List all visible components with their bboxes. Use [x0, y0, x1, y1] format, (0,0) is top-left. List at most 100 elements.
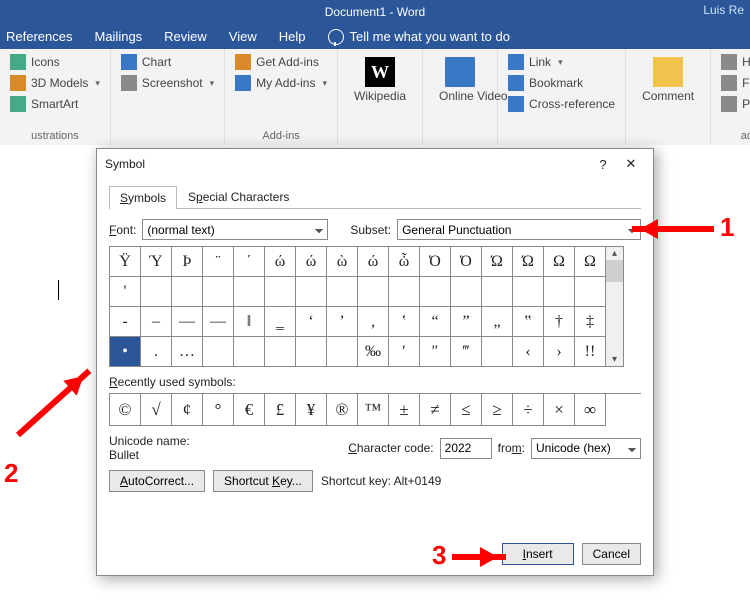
symbol-cell[interactable] — [296, 337, 327, 367]
insert-button[interactable]: Insert — [502, 543, 574, 565]
symbol-cell[interactable]: ‛ — [389, 307, 420, 337]
symbol-cell[interactable] — [265, 277, 296, 307]
cmd-wikipedia[interactable]: W Wikipedia — [348, 53, 412, 103]
cmd-online-video[interactable]: Online Video — [433, 53, 487, 103]
symbol-cell[interactable]: • — [110, 337, 141, 367]
symbol-cell[interactable] — [172, 277, 203, 307]
cmd-icons[interactable]: Icons — [10, 53, 100, 71]
symbol-cell[interactable] — [234, 337, 265, 367]
recent-symbol-cell[interactable]: © — [110, 394, 141, 426]
recent-symbol-cell[interactable]: √ — [141, 394, 172, 426]
font-select[interactable]: (normal text) — [142, 219, 328, 240]
recent-symbol-cell[interactable]: × — [544, 394, 575, 426]
tab-special-characters[interactable]: Special Characters — [177, 185, 300, 208]
symbol-cell[interactable]: ώ — [265, 247, 296, 277]
symbol-cell[interactable]: ‹ — [513, 337, 544, 367]
recent-symbol-cell[interactable]: ¢ — [172, 394, 203, 426]
cmd-page-number[interactable]: Page Number — [721, 95, 750, 113]
scroll-down-icon[interactable]: ▾ — [606, 353, 623, 366]
cmd-get-addins[interactable]: Get Add-ins — [235, 53, 327, 71]
cmd-3d-models[interactable]: 3D Models — [10, 74, 100, 92]
symbol-grid[interactable]: ΫΎϷ¨΄ώώὼώὦΌΌΏΏΩΩ' -–—―‖‗‘’‚‛“”„‟†‡•.… ‰′… — [109, 246, 606, 367]
grid-scrollbar[interactable]: ▴ ▾ — [606, 246, 624, 367]
symbol-cell[interactable]: ΄ — [234, 247, 265, 277]
symbol-cell[interactable]: ώ — [358, 247, 389, 277]
symbol-cell[interactable] — [389, 277, 420, 307]
symbol-cell[interactable]: ‡ — [575, 307, 606, 337]
symbol-cell[interactable]: Ώ — [482, 247, 513, 277]
symbol-cell[interactable] — [513, 277, 544, 307]
recent-symbol-cell[interactable]: ± — [389, 394, 420, 426]
cmd-comment[interactable]: Comment — [636, 53, 700, 103]
symbol-cell[interactable] — [544, 277, 575, 307]
cancel-button[interactable]: Cancel — [582, 543, 641, 565]
symbol-cell[interactable]: ‴ — [451, 337, 482, 367]
symbol-cell[interactable] — [451, 277, 482, 307]
symbol-cell[interactable]: … — [172, 337, 203, 367]
symbol-cell[interactable]: ‟ — [513, 307, 544, 337]
symbol-cell[interactable]: Ω — [575, 247, 606, 277]
symbol-cell[interactable]: Ώ — [513, 247, 544, 277]
symbol-cell[interactable]: † — [544, 307, 575, 337]
symbol-cell[interactable]: !! — [575, 337, 606, 367]
symbol-cell[interactable]: ¨ — [203, 247, 234, 277]
recent-symbol-cell[interactable]: ≠ — [420, 394, 451, 426]
scroll-thumb[interactable] — [606, 260, 623, 282]
symbol-cell[interactable]: Ύ — [141, 247, 172, 277]
recent-symbol-cell[interactable]: ° — [203, 394, 234, 426]
recent-symbol-cell[interactable]: ¥ — [296, 394, 327, 426]
recent-symbols-grid[interactable]: ©√¢°€£¥®™±≠≤≥÷×∞ — [109, 393, 641, 426]
cmd-header[interactable]: Header — [721, 53, 750, 71]
symbol-cell[interactable] — [482, 277, 513, 307]
symbol-cell[interactable]: ’ — [327, 307, 358, 337]
cmd-my-addins[interactable]: My Add-ins — [235, 74, 327, 92]
symbol-cell[interactable]: Ω — [544, 247, 575, 277]
cmd-smartart[interactable]: SmartArt — [10, 95, 100, 113]
recent-symbol-cell[interactable]: ∞ — [575, 394, 606, 426]
recent-symbol-cell[interactable]: € — [234, 394, 265, 426]
symbol-cell[interactable]: ' — [110, 277, 141, 307]
symbol-cell[interactable]: ὦ — [389, 247, 420, 277]
from-select[interactable]: Unicode (hex) — [531, 438, 641, 459]
symbol-cell[interactable]: ‰ — [358, 337, 389, 367]
symbol-cell[interactable] — [296, 277, 327, 307]
recent-symbol-cell[interactable]: ÷ — [513, 394, 544, 426]
recent-symbol-cell[interactable]: ≥ — [482, 394, 513, 426]
symbol-cell[interactable] — [358, 277, 389, 307]
symbol-cell[interactable]: ‗ — [265, 307, 296, 337]
dialog-titlebar[interactable]: Symbol ? ✕ — [97, 149, 653, 179]
symbol-cell[interactable]: ′ — [389, 337, 420, 367]
symbol-cell[interactable] — [482, 337, 513, 367]
tab-review[interactable]: Review — [164, 29, 207, 44]
tell-me-search[interactable]: Tell me what you want to do — [328, 29, 510, 45]
tab-mailings[interactable]: Mailings — [94, 29, 142, 44]
scroll-up-icon[interactable]: ▴ — [606, 247, 623, 260]
symbol-cell[interactable]: ‚ — [358, 307, 389, 337]
cmd-bookmark[interactable]: Bookmark — [508, 74, 615, 92]
cmd-footer[interactable]: Footer — [721, 74, 750, 92]
recent-symbol-cell[interactable]: ™ — [358, 394, 389, 426]
tab-help[interactable]: Help — [279, 29, 306, 44]
symbol-cell[interactable]: – — [141, 307, 172, 337]
symbol-cell[interactable]: ― — [203, 307, 234, 337]
symbol-cell[interactable]: Ϋ — [110, 247, 141, 277]
tab-view[interactable]: View — [229, 29, 257, 44]
autocorrect-button[interactable]: AutoCorrect... — [109, 470, 205, 492]
symbol-cell[interactable] — [203, 277, 234, 307]
symbol-cell[interactable] — [327, 277, 358, 307]
close-button[interactable]: ✕ — [617, 156, 645, 172]
symbol-cell[interactable]: ‖ — [234, 307, 265, 337]
symbol-cell[interactable] — [420, 277, 451, 307]
symbol-cell[interactable]: › — [544, 337, 575, 367]
symbol-cell[interactable]: — — [172, 307, 203, 337]
symbol-cell[interactable] — [265, 337, 296, 367]
cmd-cross-reference[interactable]: Cross-reference — [508, 95, 615, 113]
tab-references[interactable]: References — [6, 29, 72, 44]
symbol-cell[interactable] — [203, 337, 234, 367]
shortcut-key-button[interactable]: Shortcut Key... — [213, 470, 313, 492]
symbol-cell[interactable] — [141, 277, 172, 307]
symbol-cell[interactable] — [575, 277, 606, 307]
cmd-link[interactable]: Link — [508, 53, 615, 71]
symbol-cell[interactable]: „ — [482, 307, 513, 337]
symbol-cell[interactable]: Ϸ — [172, 247, 203, 277]
